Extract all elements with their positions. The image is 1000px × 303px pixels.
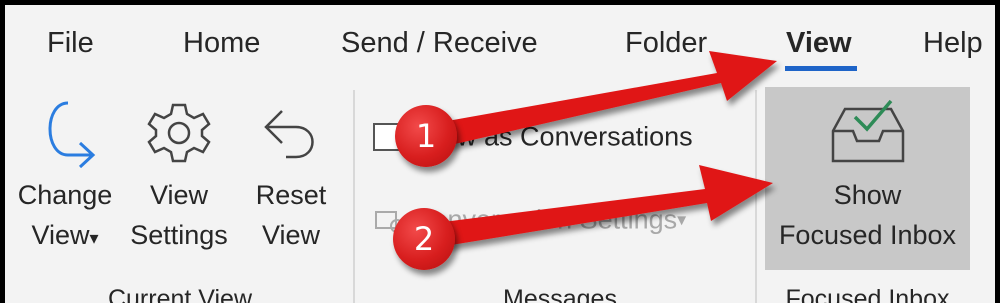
annotation-arrows: [425, 51, 777, 247]
arrow-to-view-tab: [425, 51, 777, 149]
arrow-to-focused-inbox: [435, 165, 773, 247]
annotation-badge-1: 1: [395, 105, 457, 167]
annotation-badge-2: 2: [393, 208, 455, 270]
outlook-ribbon: File Home Send / Receive Folder View Hel…: [5, 5, 995, 303]
